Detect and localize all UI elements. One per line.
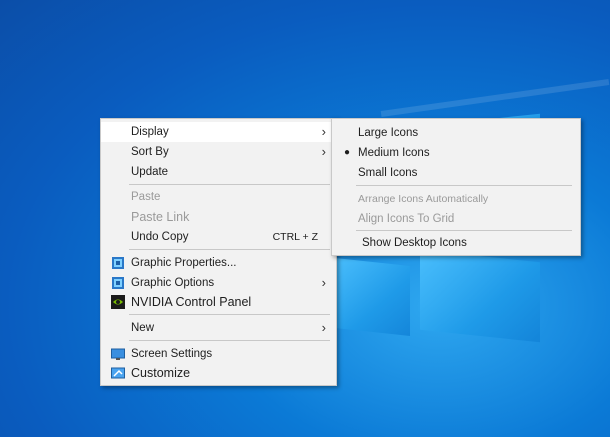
menu-item-paste[interactable]: Paste — [101, 187, 336, 207]
menu-item-label: Update — [131, 166, 169, 178]
menu-item-undo-copy[interactable]: Undo Copy CTRL + Z — [101, 227, 336, 247]
menu-item-nvidia-control-panel[interactable]: NVIDIA Control Panel — [101, 292, 336, 312]
menu-separator — [129, 249, 330, 250]
windows-logo-pane-bottom-left — [335, 258, 410, 336]
submenu-item-label: Arrange Icons Automatically — [358, 193, 489, 205]
submenu-item-label: Large Icons — [358, 127, 419, 139]
submenu-item-large-icons[interactable]: Large Icons — [332, 123, 580, 143]
menu-item-label: New — [131, 322, 155, 334]
menu-separator — [129, 340, 330, 341]
customize-icon — [111, 366, 125, 380]
menu-item-label: Paste — [131, 191, 161, 203]
menu-separator — [129, 314, 330, 315]
intel-graphics-icon — [111, 276, 125, 290]
submenu-item-arrange-icons-automatically[interactable]: Arrange Icons Automatically — [332, 189, 580, 209]
menu-item-label: Customize — [131, 366, 191, 380]
menu-item-label: Graphic Options — [131, 277, 215, 289]
chevron-right-icon: › — [321, 320, 326, 335]
menu-item-label: Display — [131, 126, 169, 138]
chevron-right-icon: › — [321, 144, 326, 159]
menu-item-label: Sort By — [131, 146, 169, 158]
display-settings-icon — [111, 347, 125, 361]
desktop-context-menu: Display › Sort By › Update Paste Paste L… — [100, 118, 337, 386]
submenu-item-label: Show Desktop Icons — [362, 237, 467, 249]
submenu-item-label: Align Icons To Grid — [358, 213, 455, 225]
menu-item-display[interactable]: Display › — [101, 122, 336, 142]
windows-logo-pane-bottom-right — [420, 249, 540, 343]
menu-item-sort-by[interactable]: Sort By › — [101, 142, 336, 162]
intel-graphics-icon — [111, 256, 125, 270]
menu-item-graphic-options[interactable]: Graphic Options › — [101, 273, 336, 293]
menu-separator — [356, 230, 572, 231]
menu-item-graphic-properties[interactable]: Graphic Properties... — [101, 253, 336, 273]
menu-item-label: Undo Copy — [131, 231, 189, 243]
menu-item-screen-settings[interactable]: Screen Settings — [101, 344, 336, 364]
submenu-item-small-icons[interactable]: Small Icons — [332, 163, 580, 183]
menu-separator — [356, 185, 572, 186]
submenu-item-label: Small Icons — [358, 167, 418, 179]
menu-item-label: Graphic Properties... — [131, 257, 237, 269]
menu-item-label: Screen Settings — [131, 348, 213, 360]
menu-item-label: NVIDIA Control Panel — [131, 295, 252, 309]
menu-item-new[interactable]: New › — [101, 318, 336, 338]
submenu-item-label: Medium Icons — [358, 147, 430, 159]
submenu-item-medium-icons[interactable]: ● Medium Icons — [332, 143, 580, 163]
chevron-right-icon: › — [321, 124, 326, 139]
chevron-right-icon: › — [321, 275, 326, 290]
submenu-item-align-icons-to-grid[interactable]: Align Icons To Grid — [332, 209, 580, 229]
nvidia-icon — [111, 295, 125, 309]
menu-item-paste-link[interactable]: Paste Link — [101, 207, 336, 227]
menu-item-update[interactable]: Update — [101, 162, 336, 182]
shortcut-label: CTRL + Z — [272, 231, 318, 243]
menu-separator — [129, 184, 330, 185]
submenu-item-show-desktop-icons[interactable]: Show Desktop Icons — [332, 233, 580, 253]
light-beam — [380, 79, 610, 117]
display-submenu: Large Icons ● Medium Icons Small Icons A… — [331, 118, 581, 256]
menu-item-label: Paste Link — [131, 210, 190, 224]
bullet-icon: ● — [344, 147, 351, 158]
menu-item-customize[interactable]: Customize — [101, 363, 336, 383]
